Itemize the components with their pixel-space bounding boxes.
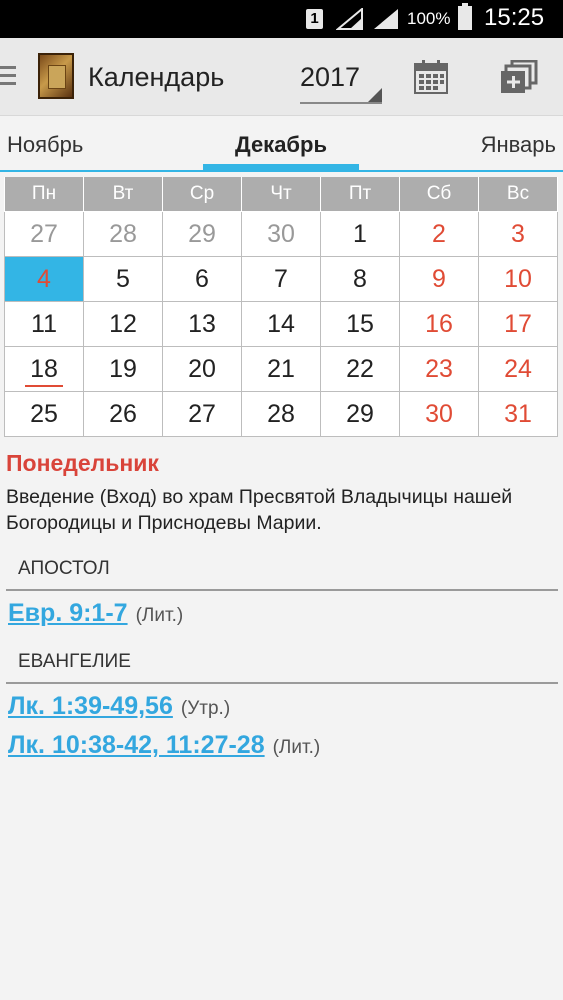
weekday-label: Пт: [320, 177, 400, 212]
calendar-week: 18 19 20 21 22 23 24: [4, 346, 558, 392]
weekday-label: Сб: [399, 177, 479, 212]
gospel-header: ЕВАНГЕЛИЕ: [18, 651, 131, 672]
month-tabs: Ноябрь Декабрь Январь: [0, 116, 563, 174]
app-title: Календарь: [88, 62, 225, 92]
day-title: Понедельник: [6, 450, 159, 476]
calendar-day[interactable]: 27: [4, 211, 84, 257]
calendar-day[interactable]: 5: [83, 256, 163, 302]
calendar-day[interactable]: 13: [162, 301, 242, 347]
weekday-label: Вт: [83, 177, 163, 212]
tab-next-month[interactable]: Январь: [481, 132, 556, 158]
reading-link[interactable]: Лк. 1:39-49,56: [8, 692, 173, 720]
calendar-week: 25 26 27 28 29 30 31: [4, 391, 558, 437]
calendar-day[interactable]: 29: [320, 391, 400, 437]
battery-icon: [458, 3, 472, 30]
calendar-day[interactable]: 31: [478, 391, 558, 437]
calendar-day[interactable]: 7: [241, 256, 321, 302]
apostle-header: АПОСТОЛ: [18, 558, 110, 579]
weekday-label: Вс: [478, 177, 558, 212]
calendar-day[interactable]: 1: [320, 211, 400, 257]
calendar-day[interactable]: 23: [399, 346, 479, 392]
calendar-grid: Пн Вт Ср Чт Пт Сб Вс 27 28 29 30 1 2 3 4…: [4, 177, 558, 437]
reading-note: (Лит.): [272, 737, 321, 758]
tab-divider: [0, 170, 563, 172]
calendar-day[interactable]: 11: [4, 301, 84, 347]
calendar-day[interactable]: 28: [241, 391, 321, 437]
signal-icon: [374, 9, 398, 29]
section-divider: [6, 682, 558, 684]
calendar-day[interactable]: 15: [320, 301, 400, 347]
calendar-day[interactable]: 2: [399, 211, 479, 257]
copy-icon[interactable]: [500, 60, 538, 96]
calendar-day[interactable]: 30: [399, 391, 479, 437]
reading-link[interactable]: Евр. 9:1-7: [8, 599, 128, 627]
dropdown-arrow-icon: [368, 88, 382, 102]
calendar-day[interactable]: 24: [478, 346, 558, 392]
reading-note: (Утр.): [180, 698, 231, 719]
app-bar: Календарь 2017: [0, 38, 563, 116]
calendar-day[interactable]: 21: [241, 346, 321, 392]
dropdown-underline: [300, 102, 382, 104]
section-divider: [6, 589, 558, 591]
calendar-day[interactable]: 20: [162, 346, 242, 392]
calendar-day[interactable]: 3: [478, 211, 558, 257]
weekday-label: Пн: [4, 177, 84, 212]
weekday-header: Пн Вт Ср Чт Пт Сб Вс: [4, 177, 558, 212]
calendar-day[interactable]: 6: [162, 256, 242, 302]
reading-note: (Лит.): [135, 605, 184, 626]
battery-percent: 100%: [407, 9, 451, 28]
reading-item: Лк. 10:38-42, 11:27-28 (Лит.): [8, 731, 320, 760]
calendar-day[interactable]: 27: [162, 391, 242, 437]
year-value: 2017: [300, 62, 361, 92]
reading-item: Лк. 1:39-49,56 (Утр.): [8, 692, 230, 721]
calendar-day[interactable]: 29: [162, 211, 242, 257]
menu-icon[interactable]: [0, 66, 16, 86]
calendar-day[interactable]: 19: [83, 346, 163, 392]
calendar-icon[interactable]: [414, 60, 448, 94]
clock: 15:25: [484, 4, 545, 31]
calendar-week: 11 12 13 14 15 16 17: [4, 301, 558, 347]
calendar-day[interactable]: 14: [241, 301, 321, 347]
reading-item: Евр. 9:1-7 (Лит.): [8, 599, 183, 628]
weekday-label: Ср: [162, 177, 242, 212]
calendar-day[interactable]: 12: [83, 301, 163, 347]
calendar-day-selected[interactable]: 4: [4, 256, 84, 302]
app-logo-icon[interactable]: [38, 53, 74, 99]
today-number: 18: [30, 354, 58, 383]
reading-link[interactable]: Лк. 10:38-42, 11:27-28: [8, 731, 265, 759]
calendar-day[interactable]: 22: [320, 346, 400, 392]
tab-prev-month[interactable]: Ноябрь: [7, 132, 83, 158]
calendar-day[interactable]: 17: [478, 301, 558, 347]
today-underline: [25, 385, 63, 387]
calendar-day[interactable]: 16: [399, 301, 479, 347]
calendar-day[interactable]: 9: [399, 256, 479, 302]
signal-outline-icon: [336, 8, 363, 30]
status-bar: 1 100% 15:25: [0, 0, 563, 38]
sim-icon: 1: [306, 9, 323, 29]
calendar-day[interactable]: 26: [83, 391, 163, 437]
calendar-day[interactable]: 8: [320, 256, 400, 302]
calendar-day[interactable]: 30: [241, 211, 321, 257]
weekday-label: Чт: [241, 177, 321, 212]
feast-description: Введение (Вход) во храм Пресвятой Владыч…: [6, 486, 513, 534]
calendar-day[interactable]: 25: [4, 391, 84, 437]
calendar-day[interactable]: 28: [83, 211, 163, 257]
year-dropdown[interactable]: 2017: [300, 60, 382, 106]
tab-current-month[interactable]: Декабрь: [203, 132, 359, 158]
calendar-week: 27 28 29 30 1 2 3: [4, 211, 558, 257]
calendar-day[interactable]: 10: [478, 256, 558, 302]
calendar-day-today[interactable]: 18: [4, 346, 84, 392]
calendar-week: 4 5 6 7 8 9 10: [4, 256, 558, 302]
